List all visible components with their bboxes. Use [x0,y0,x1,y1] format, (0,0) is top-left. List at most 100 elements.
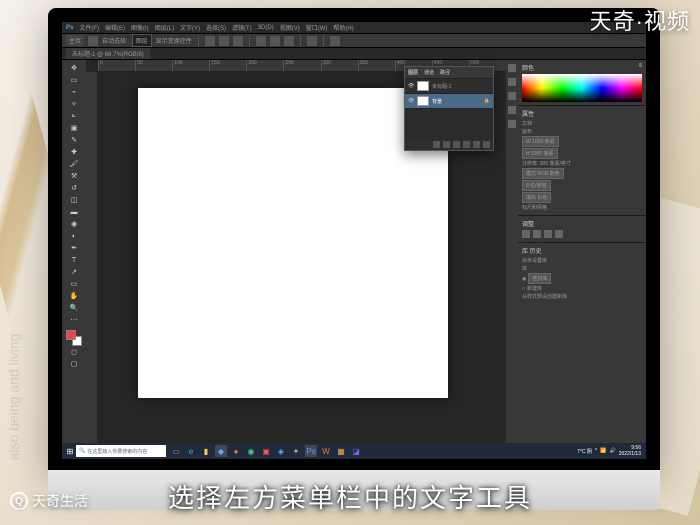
app-7-icon[interactable]: ◪ [350,445,362,457]
weather-widget[interactable]: 7°C 阴 [577,448,592,455]
strip-icon-1[interactable] [508,64,516,72]
opt-layer-dropdown[interactable]: 图层 [132,34,152,47]
panel-menu-icon[interactable]: ≡ [638,63,642,72]
eyedropper-tool[interactable]: ✎ [69,135,79,145]
eraser-tool[interactable]: ◫ [69,195,79,205]
3d-mode-icon[interactable] [330,36,340,46]
history-brush-tool[interactable]: ↺ [69,183,79,193]
layers-tab[interactable]: 图层 [408,69,418,76]
brush-tool[interactable]: 🖌 [69,159,79,169]
paths-tab[interactable]: 路径 [440,69,450,76]
adj-icon[interactable] [544,230,552,238]
fill-field[interactable]: 填充 白色 [522,192,551,203]
move-tool[interactable]: ✥ [69,63,79,73]
adj-icon[interactable] [533,230,541,238]
dodge-tool[interactable]: ◐ [69,231,79,241]
photoshop-taskbar-icon[interactable]: Ps [305,445,317,457]
layer-fx-icon[interactable] [443,141,450,148]
healing-tool[interactable]: ✚ [69,147,79,157]
lasso-tool[interactable]: ⌁ [69,87,79,97]
app-2-icon[interactable]: ● [230,445,242,457]
app-1-icon[interactable]: ◆ [215,445,227,457]
height-field[interactable]: H 1000 像素 [522,148,558,159]
word-icon[interactable]: W [320,445,332,457]
width-field[interactable]: W 1000 像素 [522,136,559,147]
align-icon-4[interactable] [256,36,266,46]
align-icon-5[interactable] [270,36,280,46]
menu-help[interactable]: 帮助(H) [333,23,353,32]
menu-select[interactable]: 选择(S) [206,23,226,32]
menu-image[interactable]: 图像(I) [131,23,149,32]
document-tab[interactable]: 未标题-1 @ 66.7%(RGB/8) [66,48,150,59]
color-swatches[interactable] [66,330,82,346]
lib-more[interactable]: 从样式预设创建新库 [522,293,567,300]
visibility-icon[interactable]: 👁 [408,98,414,104]
menu-type[interactable]: 文字(Y) [180,23,200,32]
align-icon-2[interactable] [219,36,229,46]
channels-tab[interactable]: 通道 [424,69,434,76]
app-5-icon[interactable]: ✦ [290,445,302,457]
opt-show-transform[interactable]: 显示变换控件 [156,36,192,45]
marquee-tool[interactable]: ▭ [69,75,79,85]
layer-item[interactable]: 👁 背景 🔒 [405,94,493,109]
taskbar-search[interactable]: 🔍 在这里输入你要搜索的内容 [76,445,166,457]
menu-layer[interactable]: 图层(L) [155,23,174,32]
adj-icon[interactable] [522,230,530,238]
color-spectrum[interactable] [522,74,642,102]
visibility-icon[interactable]: 👁 [408,83,414,89]
libraries-title[interactable]: 库 历史 [522,246,542,255]
blur-tool[interactable]: ◉ [69,219,79,229]
menu-edit[interactable]: 编辑(E) [105,23,125,32]
layers-panel[interactable]: 图层 通道 路径 👁 未标题-1 👁 背景 🔒 [404,66,494,151]
tray-volume-icon[interactable]: 🔊 [610,448,616,454]
tray-chevron-icon[interactable]: ^ [595,448,597,454]
strip-icon-5[interactable] [508,120,516,128]
quickmask-tool[interactable]: ◻ [69,347,79,357]
layer-item[interactable]: 👁 未标题-1 [405,79,493,94]
app-3-icon[interactable]: ▣ [260,445,272,457]
layer-mask-icon[interactable] [453,141,460,148]
tray-wifi-icon[interactable]: 📶 [600,448,606,454]
wand-tool[interactable]: ✧ [69,99,79,109]
hand-tool[interactable]: ✋ [69,291,79,301]
crop-tool[interactable]: ⟀ [69,111,79,121]
edge-icon[interactable]: e [185,445,197,457]
canvas[interactable] [138,88,448,398]
strip-icon-3[interactable] [508,92,516,100]
menu-filter[interactable]: 滤镜(T) [232,23,252,32]
strip-icon-2[interactable] [508,78,516,86]
menu-view[interactable]: 视图(V) [280,23,300,32]
delete-layer-icon[interactable] [483,141,490,148]
bits-field[interactable]: 8 位/通道 [522,180,551,191]
link-layers-icon[interactable] [433,141,440,148]
menu-file[interactable]: 文件(F) [79,23,99,32]
tray-clock[interactable]: 9:56 2022/1/13 [619,445,641,457]
chrome-icon[interactable]: ◉ [245,445,257,457]
path-tool[interactable]: ↗ [69,267,79,277]
gradient-tool[interactable]: ▬ [69,207,79,217]
color-panel-title[interactable]: 颜色 [522,63,534,72]
shape-tool[interactable]: ▭ [69,279,79,289]
stamp-tool[interactable]: ⚒ [69,171,79,181]
app-4-icon[interactable]: ◈ [275,445,287,457]
screenmode-tool[interactable]: ▢ [69,359,79,369]
edit-toolbar[interactable]: ⋯ [69,315,79,325]
layer-name[interactable]: 未标题-1 [432,83,451,90]
strip-icon-4[interactable] [508,106,516,114]
new-layer-icon[interactable] [473,141,480,148]
mode-field[interactable]: 模式 RGB 颜色 [522,168,564,179]
lib-find[interactable]: 查找库 [528,273,551,284]
menu-3d[interactable]: 3D(D) [258,25,274,31]
adjustments-title[interactable]: 调整 [522,219,534,228]
adj-icon[interactable] [555,230,563,238]
align-icon-1[interactable] [205,36,215,46]
start-button[interactable]: ⊞ [64,445,76,457]
align-icon-3[interactable] [233,36,243,46]
home-button[interactable]: 主页 [66,35,84,46]
fg-color-swatch[interactable] [66,330,76,340]
properties-title[interactable]: 属性 [522,109,534,118]
task-view-icon[interactable]: ▭ [170,445,182,457]
lib-new-label[interactable]: 新建库 [527,285,542,292]
layer-name[interactable]: 背景 [432,98,442,105]
align-icon-6[interactable] [284,36,294,46]
